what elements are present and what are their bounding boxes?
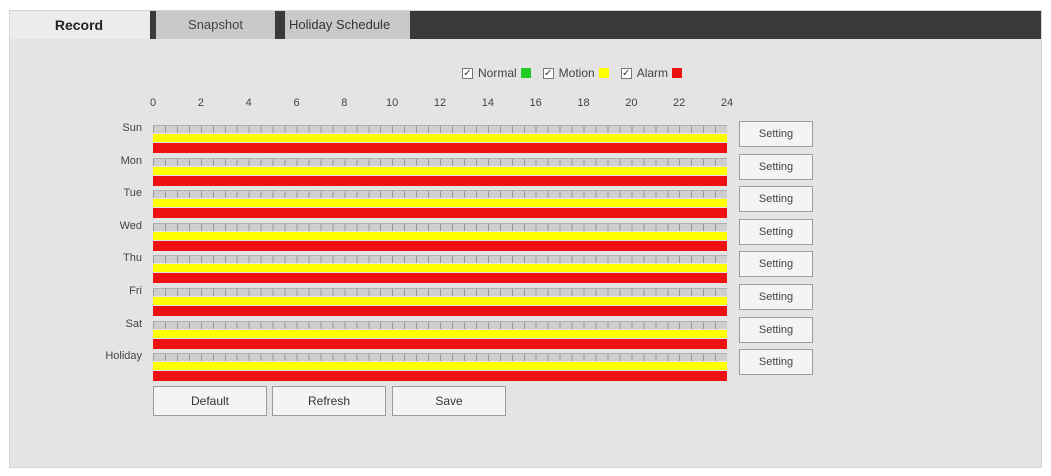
motion-timeline[interactable] (153, 134, 727, 142)
day-schedule-bar[interactable] (153, 190, 727, 219)
setting-button[interactable]: Setting (739, 121, 813, 147)
alarm-timeline[interactable] (153, 240, 727, 251)
tab-bar: Record Snapshot Holiday Schedule (10, 11, 1041, 39)
alarm-color-swatch (672, 68, 683, 78)
hour-label: 0 (149, 97, 157, 109)
hour-label: 4 (245, 97, 252, 109)
day-label: Fri (129, 285, 142, 297)
normal-timeline[interactable] (153, 320, 727, 329)
setting-button[interactable]: Setting (739, 186, 813, 213)
hour-label: 6 (293, 97, 300, 109)
day-label: Mon (120, 154, 142, 167)
day-schedule-bar[interactable] (153, 288, 727, 316)
setting-button[interactable]: Setting (739, 316, 813, 343)
hour-label: 8 (341, 97, 348, 109)
hour-label: 14 (481, 97, 494, 109)
record-type-legend: ✓ Normal ✓ Motion ✓ Alarm (462, 65, 694, 81)
day-schedule-bar[interactable] (153, 157, 727, 186)
setting-button[interactable]: Setting (739, 349, 813, 376)
legend-alarm-label: Alarm (636, 66, 669, 80)
motion-timeline[interactable] (153, 264, 727, 273)
normal-timeline[interactable] (153, 190, 727, 199)
hour-label: 10 (386, 97, 399, 109)
normal-timeline[interactable] (153, 353, 727, 362)
tab-record[interactable]: Record (10, 11, 148, 39)
alarm-timeline[interactable] (153, 371, 727, 382)
legend-normal: ✓ Normal (462, 66, 531, 80)
refresh-button[interactable]: Refresh (272, 386, 386, 416)
motion-timeline[interactable] (153, 297, 727, 305)
default-button[interactable]: Default (153, 386, 267, 416)
hour-label: 12 (433, 97, 447, 109)
hour-label: 2 (197, 97, 204, 109)
setting-button[interactable]: Setting (739, 218, 813, 245)
alarm-timeline[interactable] (153, 208, 727, 219)
alarm-timeline[interactable] (153, 306, 727, 316)
normal-timeline[interactable] (153, 288, 727, 296)
normal-timeline[interactable] (153, 125, 727, 133)
hour-label: 24 (720, 97, 734, 109)
tab-strip (150, 11, 1041, 39)
alarm-checkbox[interactable]: ✓ (620, 67, 632, 79)
legend-motion-label: Motion (558, 66, 595, 80)
legend-motion: ✓ Motion (542, 66, 609, 80)
save-button[interactable]: Save (392, 386, 506, 416)
hour-label: 22 (673, 97, 686, 109)
normal-timeline[interactable] (153, 157, 727, 166)
legend-normal-label: Normal (478, 66, 517, 80)
motion-timeline[interactable] (153, 362, 727, 371)
normal-checkbox[interactable]: ✓ (462, 67, 473, 79)
hour-label: 20 (625, 97, 638, 109)
alarm-timeline[interactable] (153, 175, 727, 186)
day-schedule-bar[interactable] (153, 222, 727, 251)
motion-timeline[interactable] (153, 166, 727, 175)
day-label: Thu (123, 252, 142, 265)
alarm-timeline[interactable] (153, 273, 727, 284)
normal-timeline[interactable] (153, 255, 727, 264)
tab-holiday-schedule[interactable]: Holiday Schedule (285, 11, 410, 39)
setting-button[interactable]: Setting (739, 153, 813, 180)
setting-button[interactable]: Setting (739, 251, 813, 278)
motion-color-swatch (598, 68, 609, 78)
day-label: Wed (119, 219, 142, 232)
motion-checkbox[interactable]: ✓ (542, 67, 554, 79)
day-label: Sun (122, 122, 142, 134)
alarm-timeline[interactable] (153, 338, 727, 349)
day-schedule-bar[interactable] (153, 353, 727, 382)
motion-timeline[interactable] (153, 329, 727, 338)
hour-label: 18 (577, 97, 590, 109)
day-label: Tue (123, 187, 142, 200)
record-schedule-panel: Record Snapshot Holiday Schedule ✓ Norma… (9, 10, 1042, 468)
day-schedule-bar[interactable] (153, 125, 727, 153)
day-schedule-bar[interactable] (153, 320, 727, 349)
motion-timeline[interactable] (153, 199, 727, 208)
tab-snapshot[interactable]: Snapshot (156, 11, 275, 39)
alarm-timeline[interactable] (153, 143, 727, 153)
day-schedule-bar[interactable] (153, 255, 727, 284)
day-label: Holiday (105, 350, 142, 363)
normal-color-swatch (520, 68, 531, 78)
day-label: Sat (125, 317, 142, 330)
normal-timeline[interactable] (153, 222, 727, 231)
hour-label: 16 (529, 97, 542, 109)
setting-button[interactable]: Setting (739, 284, 813, 310)
legend-alarm: ✓ Alarm (620, 66, 683, 80)
motion-timeline[interactable] (153, 231, 727, 240)
